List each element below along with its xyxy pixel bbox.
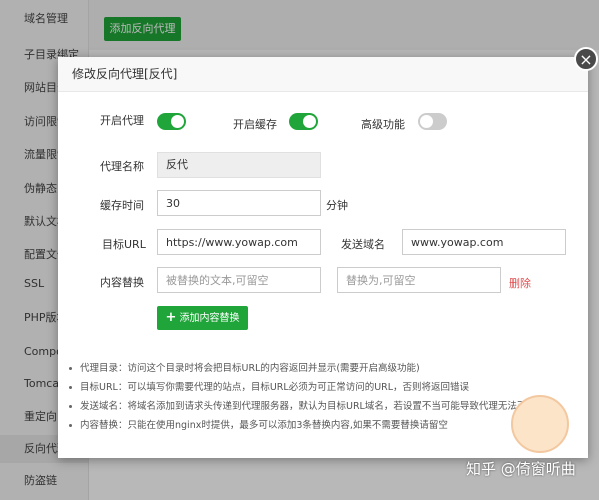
note-item: 内容替换：只能在使用nginx时提供，最多可以添加3条替换内容,如果不需要替换请…	[66, 416, 586, 435]
plus-icon: +	[165, 310, 177, 325]
advanced-label: 高级功能	[361, 118, 405, 131]
toggle-knob	[171, 115, 184, 128]
note-item: 发送域名：将域名添加到请求头传递到代理服务器，默认为目标URL域名，若设置不当可…	[66, 397, 586, 416]
add-content-replace-label: 添加内容替换	[179, 313, 240, 324]
cache-time-label: 缓存时间	[100, 199, 144, 212]
proxy-name-label: 代理名称	[100, 160, 144, 173]
cache-time-input[interactable]	[157, 190, 321, 216]
send-domain-label: 发送域名	[341, 238, 385, 251]
send-domain-input[interactable]	[402, 229, 566, 255]
cache-time-unit: 分钟	[326, 199, 348, 212]
watermark-logo	[511, 395, 569, 453]
delete-replace-link[interactable]: 删除	[509, 275, 531, 291]
enable-proxy-toggle[interactable]	[157, 113, 186, 130]
note-item: 目标URL：可以填写你需要代理的站点，目标URL必须为可正常访问的URL，否则将…	[66, 378, 586, 397]
enable-cache-toggle[interactable]	[289, 113, 318, 130]
add-content-replace-button[interactable]: + 添加内容替换	[157, 306, 248, 330]
target-url-label: 目标URL	[102, 238, 146, 251]
help-notes: 代理目录：访问这个目录时将会把目标URL的内容返回并显示(需要开启高级功能) 目…	[66, 359, 586, 435]
enable-proxy-label: 开启代理	[100, 114, 144, 127]
toggle-knob	[303, 115, 316, 128]
proxy-name-field: 反代	[157, 152, 321, 178]
note-item: 代理目录：访问这个目录时将会把目标URL的内容返回并显示(需要开启高级功能)	[66, 359, 586, 378]
enable-cache-label: 开启缓存	[233, 118, 277, 131]
close-icon[interactable]: ×	[574, 47, 598, 71]
advanced-toggle[interactable]	[418, 113, 447, 130]
content-replace-label: 内容替换	[100, 276, 144, 289]
dialog-title: 修改反向代理[反代]	[58, 57, 588, 92]
target-url-input[interactable]	[157, 229, 321, 255]
watermark-text: 知乎 @倚窗听曲	[466, 460, 576, 478]
replace-to-input[interactable]	[337, 267, 501, 293]
toggle-knob	[420, 115, 433, 128]
replace-from-input[interactable]	[157, 267, 321, 293]
